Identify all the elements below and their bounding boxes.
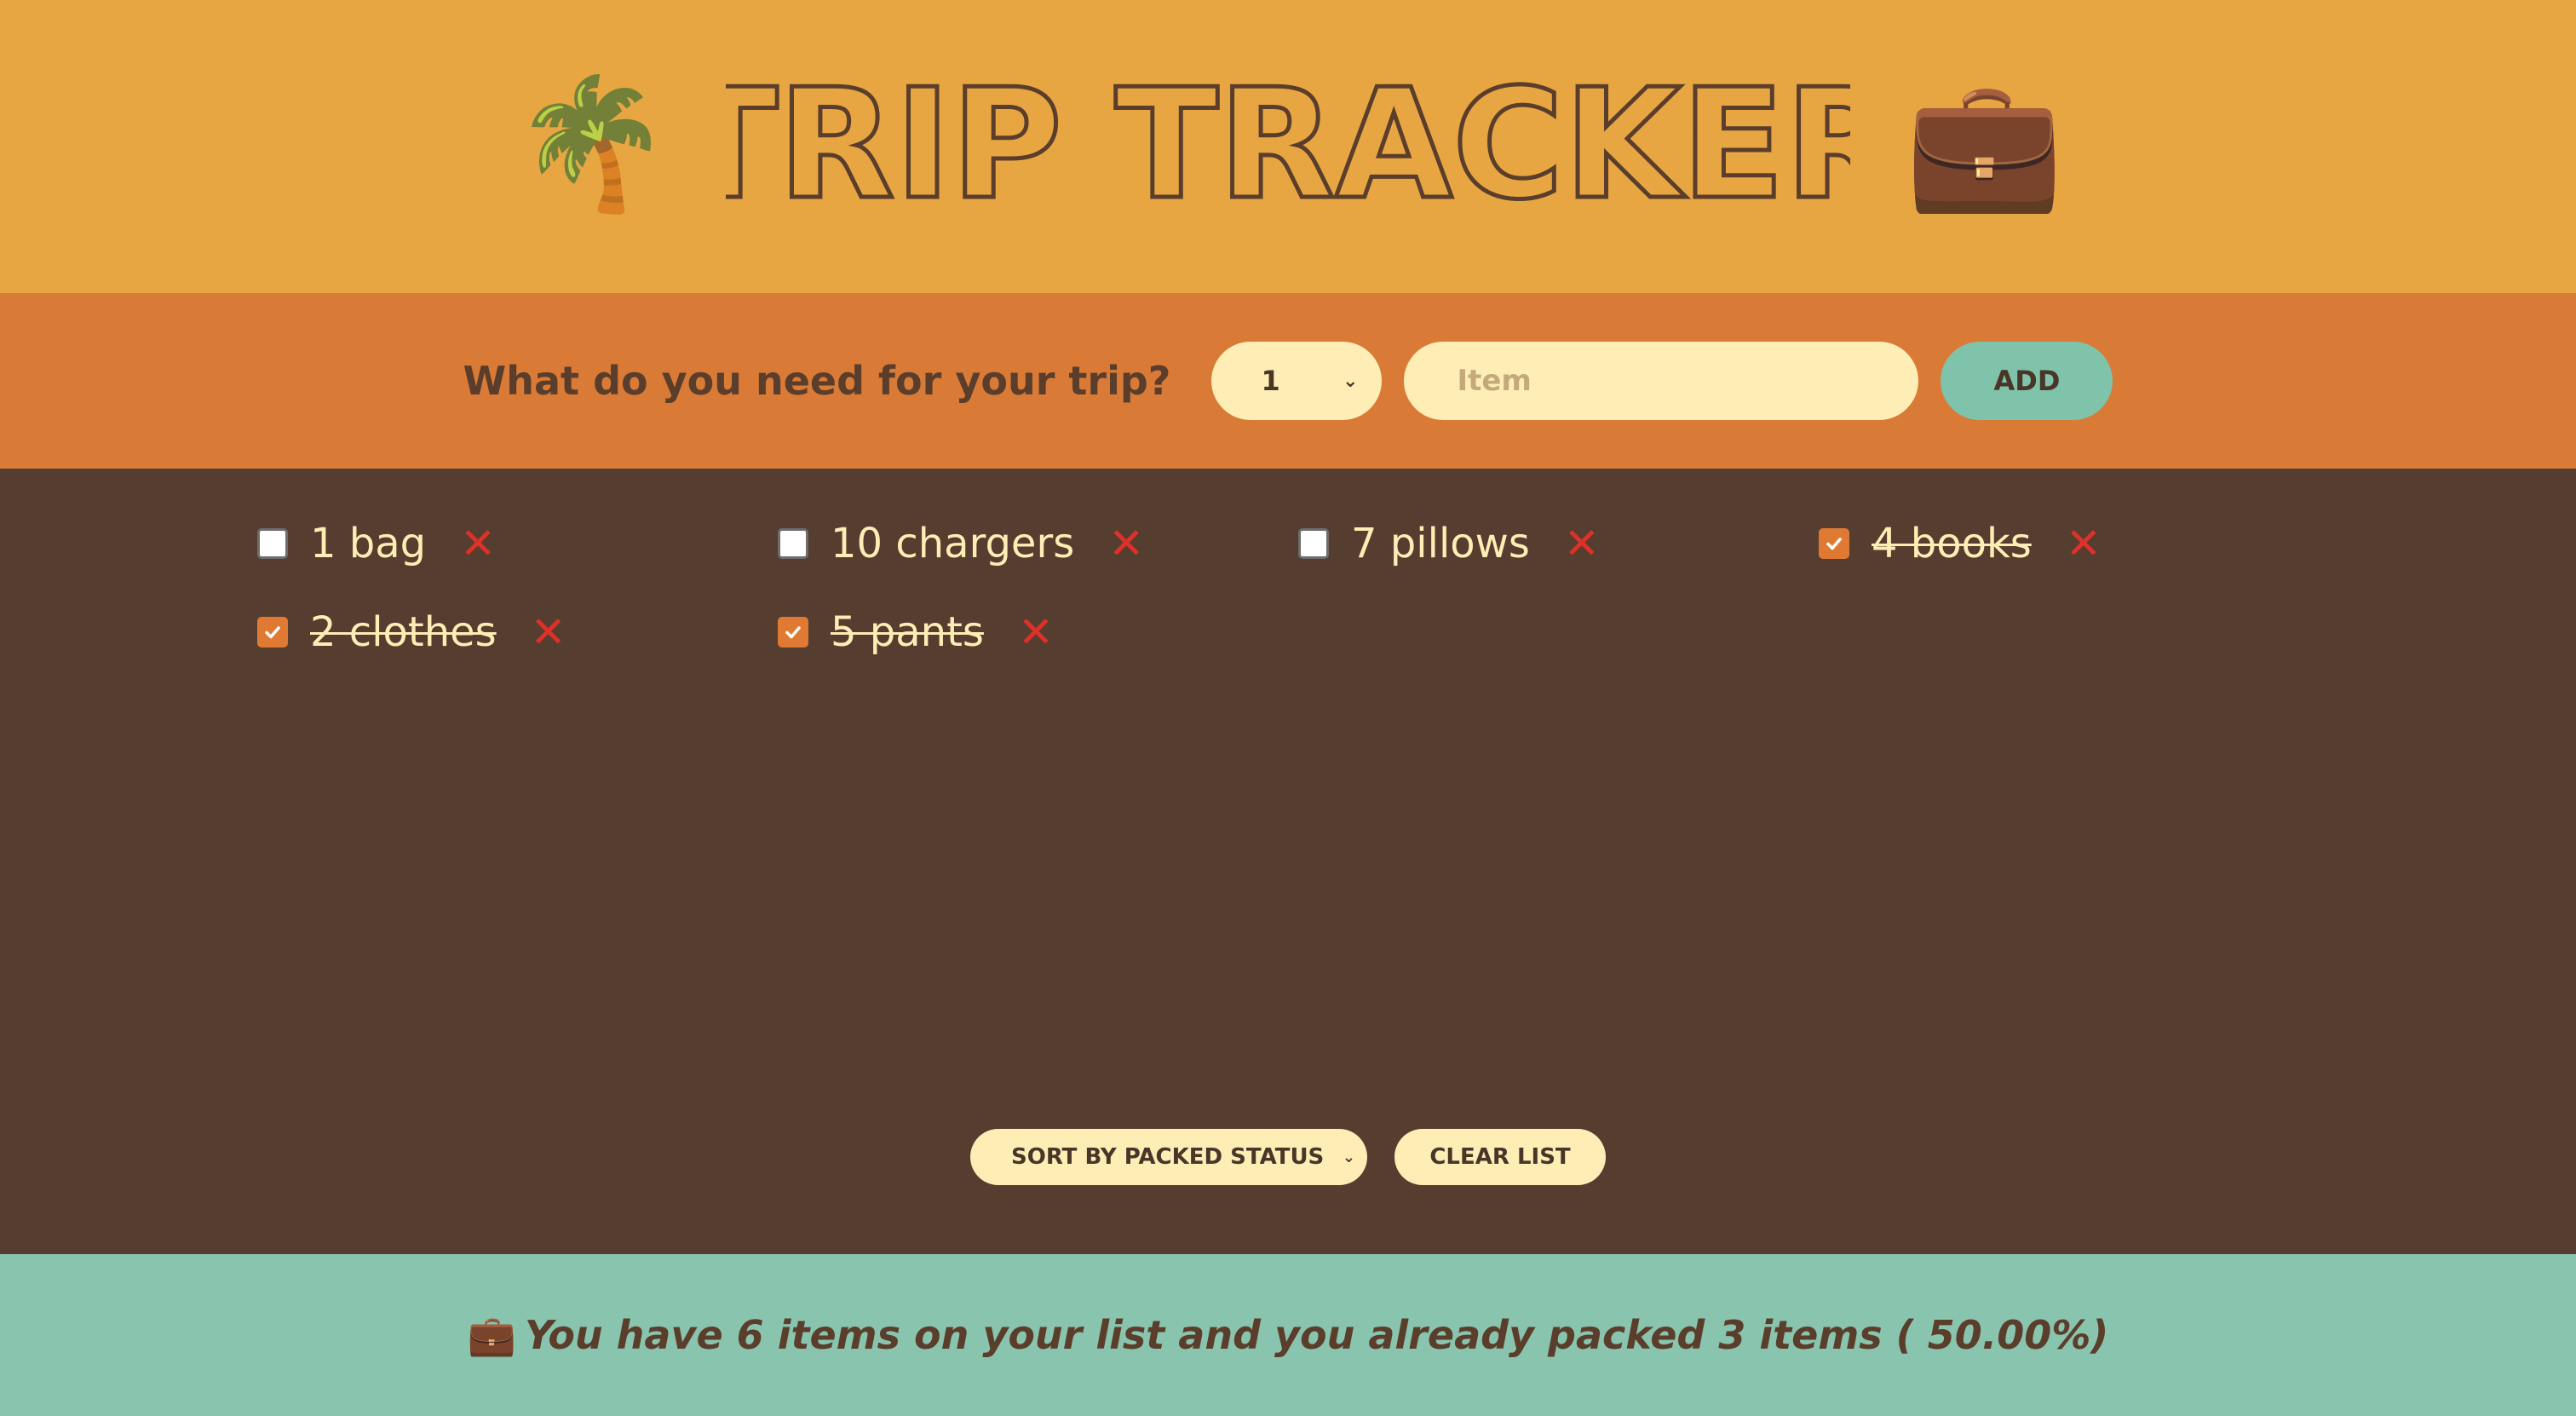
stats-footer: 💼 You have 6 items on your list and you …: [0, 1254, 2576, 1416]
sort-select[interactable]: SORT BY PACKED STATUS ⌄: [970, 1129, 1367, 1185]
app: 🌴 TRIP TRACKER 💼 What do you need for yo…: [0, 0, 2576, 1416]
delete-icon[interactable]: ✕: [1018, 611, 1054, 653]
delete-icon[interactable]: ✕: [1108, 522, 1144, 565]
packed-checkbox[interactable]: [257, 617, 288, 648]
item-label: 1 bag: [310, 520, 427, 567]
items-grid: 1 bag ✕ 10 chargers ✕ 7 pillows ✕ 4 books ✕ 2 cl…: [257, 499, 2339, 676]
list-item: 7 pillows ✕: [1298, 499, 1819, 588]
list-item: 2 clothes ✕: [257, 588, 778, 676]
packed-checkbox[interactable]: [257, 528, 288, 559]
quantity-value: 1: [1261, 365, 1280, 397]
item-label: 2 clothes: [310, 608, 497, 656]
chevron-down-icon: ⌄: [1343, 370, 1359, 392]
packed-checkbox[interactable]: [1819, 528, 1849, 559]
delete-icon[interactable]: ✕: [1564, 522, 1600, 565]
briefcase-icon: 💼: [1905, 70, 2064, 218]
palm-tree-icon: 🌴: [512, 70, 671, 218]
packed-checkbox[interactable]: [778, 528, 808, 559]
list-item: 10 chargers ✕: [778, 499, 1298, 588]
check-icon: [1826, 538, 1842, 550]
app-title-text: TRIP TRACKER: [726, 76, 1850, 212]
item-label: 5 pants: [831, 608, 984, 656]
app-header: 🌴 TRIP TRACKER 💼: [0, 0, 2576, 293]
form-question: What do you need for your trip?: [463, 358, 1171, 404]
add-item-form: What do you need for your trip? 1 ⌄ ADD: [0, 293, 2576, 469]
list-actions: SORT BY PACKED STATUS ⌄ CLEAR LIST: [0, 1129, 2576, 1185]
delete-icon[interactable]: ✕: [460, 522, 496, 565]
item-label: 7 pillows: [1351, 520, 1530, 567]
packing-list: 1 bag ✕ 10 chargers ✕ 7 pillows ✕ 4 books ✕ 2 cl…: [0, 469, 2576, 1254]
check-icon: [785, 626, 801, 639]
add-button[interactable]: ADD: [1941, 342, 2113, 420]
list-item: 1 bag ✕: [257, 499, 778, 588]
app-title: TRIP TRACKER: [726, 76, 1850, 212]
packed-checkbox[interactable]: [1298, 528, 1329, 559]
check-icon: [265, 626, 280, 639]
delete-icon[interactable]: ✕: [531, 611, 566, 653]
briefcase-icon: 💼: [467, 1311, 516, 1358]
stats-text: You have 6 items on your list and you al…: [524, 1312, 2109, 1358]
list-item: 4 books ✕: [1819, 499, 2339, 588]
packed-checkbox[interactable]: [778, 617, 808, 648]
quantity-select[interactable]: 1 ⌄: [1211, 342, 1383, 420]
item-input[interactable]: [1404, 342, 1919, 420]
list-item: 5 pants ✕: [778, 588, 1298, 676]
chevron-down-icon: ⌄: [1342, 1148, 1355, 1166]
item-label: 10 chargers: [831, 520, 1075, 567]
delete-icon[interactable]: ✕: [2066, 522, 2102, 565]
item-label: 4 books: [1872, 520, 2032, 567]
sort-value: SORT BY PACKED STATUS: [1011, 1144, 1325, 1170]
clear-list-button[interactable]: CLEAR LIST: [1394, 1129, 1606, 1185]
